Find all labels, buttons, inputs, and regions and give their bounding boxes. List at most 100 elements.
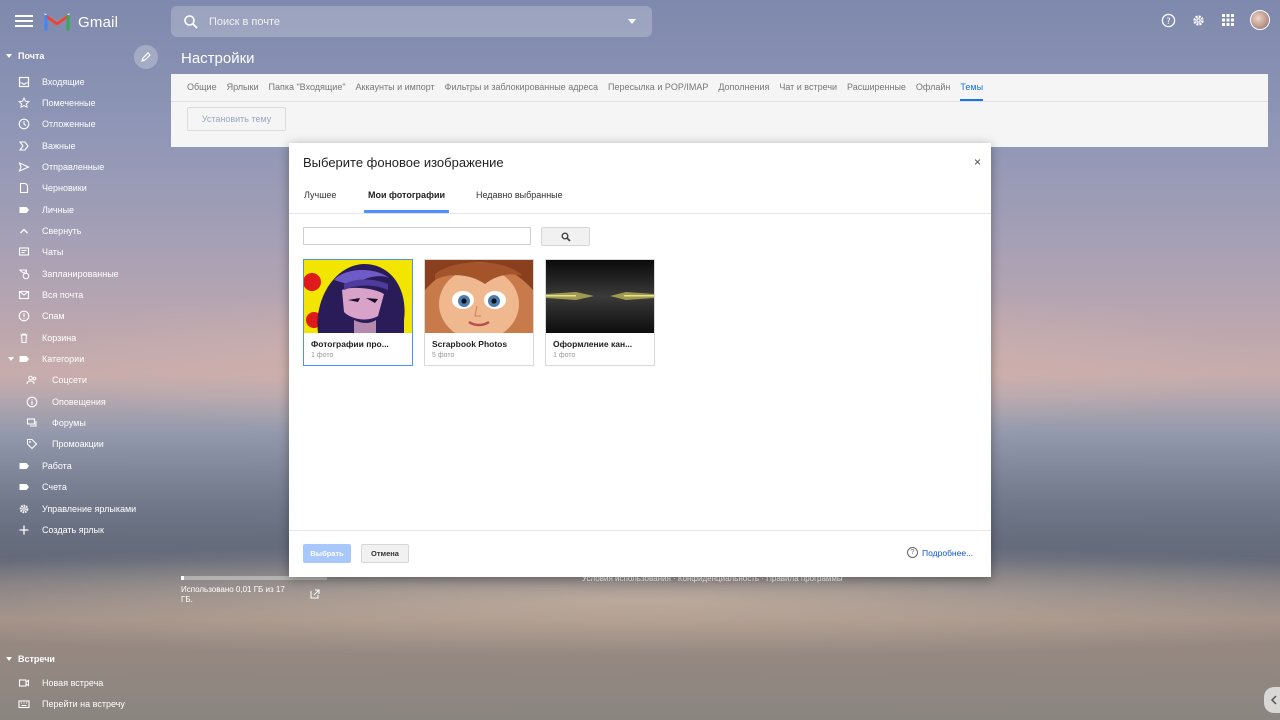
settings-gear-icon[interactable] <box>1190 12 1206 28</box>
chevron-up-icon <box>18 225 30 237</box>
sidebar-item-17[interactable]: Промоакции <box>0 434 170 455</box>
settings-tab-9[interactable]: Офлайн <box>916 74 950 101</box>
search-options-icon[interactable] <box>628 19 636 24</box>
meet-section-header[interactable]: Встречи <box>0 648 55 670</box>
mail-search-box[interactable] <box>171 6 652 37</box>
sidebar-item-9[interactable]: Запланированные <box>0 263 170 284</box>
sidebar-item-label: Помеченные <box>42 97 96 108</box>
album-title: Фотографии про... <box>311 339 389 349</box>
sidebar-item-18[interactable]: Работа <box>0 455 170 476</box>
sidebar-item-label: Новая встреча <box>42 677 104 688</box>
top-bar: Gmail ? <box>0 0 1280 44</box>
photo-search-button[interactable] <box>541 227 590 246</box>
tab-best[interactable]: Лучшее <box>304 183 336 213</box>
search-input[interactable] <box>209 15 609 28</box>
sidebar-item-label: Категории <box>42 354 85 365</box>
mail-section-header[interactable]: Почта <box>0 45 44 67</box>
sidebar-item-5[interactable]: Черновики <box>0 178 170 199</box>
settings-tab-5[interactable]: Пересылка и POP/IMAP <box>608 74 708 101</box>
album-photo-count: 5 фото <box>432 352 455 359</box>
label-icon <box>18 353 30 365</box>
meet-item-1[interactable]: Перейти на встречу <box>0 694 170 715</box>
sidebar-item-1[interactable]: Помеченные <box>0 92 170 113</box>
album-card[interactable]: Фотографии про... 1 фото <box>303 259 413 366</box>
album-card[interactable]: Scrapbook Photos 5 фото <box>424 259 534 366</box>
compose-button[interactable] <box>134 45 158 69</box>
send-icon <box>18 161 30 173</box>
sidebar-item-label: Свернуть <box>42 225 82 236</box>
settings-tab-0[interactable]: Общие <box>187 74 217 101</box>
draft-icon <box>18 182 30 194</box>
plus-icon <box>18 524 30 536</box>
label-icon <box>18 204 30 216</box>
dialog-title: Выберите фоновое изображение <box>303 155 504 170</box>
apps-grid-icon[interactable] <box>1220 12 1236 28</box>
learn-more-label: Подробнее... <box>922 547 974 558</box>
sidebar-item-label: Создать ярлык <box>42 524 104 535</box>
gmail-logo[interactable]: Gmail <box>44 10 118 34</box>
cancel-button[interactable]: Отмена <box>361 544 409 563</box>
forum-icon <box>26 417 38 429</box>
sidebar-item-label: Работа <box>42 460 72 471</box>
settings-tab-3[interactable]: Аккаунты и импорт <box>356 74 435 101</box>
settings-tab-2[interactable]: Папка "Входящие" <box>268 74 345 101</box>
select-button[interactable]: Выбрать <box>303 544 351 563</box>
sidebar-item-3[interactable]: Важные <box>0 135 170 156</box>
sidebar-item-0[interactable]: Входящие <box>0 71 170 92</box>
sidebar-item-label: Важные <box>42 140 76 151</box>
sidebar-item-16[interactable]: Форумы <box>0 413 170 434</box>
important-icon <box>18 140 30 152</box>
set-theme-button[interactable]: Установить тему <box>187 107 286 131</box>
sidebar-item-7[interactable]: Свернуть <box>0 220 170 241</box>
pencil-icon <box>141 52 151 62</box>
search-icon <box>561 232 571 242</box>
sidebar-item-4[interactable]: Отправленные <box>0 156 170 177</box>
tab-my-photos[interactable]: Мои фотографии <box>364 183 449 213</box>
sidebar-item-8[interactable]: Чаты <box>0 242 170 263</box>
sidebar-item-12[interactable]: Корзина <box>0 327 170 348</box>
main-menu-icon[interactable] <box>14 12 34 32</box>
sidebar-item-label: Запланированные <box>42 268 119 279</box>
sidebar-item-11[interactable]: Спам <box>0 306 170 327</box>
expand-arrow-icon[interactable] <box>8 356 14 361</box>
help-icon: ? <box>907 547 918 558</box>
sidebar-item-10[interactable]: Вся почта <box>0 285 170 306</box>
help-icon[interactable]: ? <box>1160 12 1176 28</box>
album-card[interactable]: Оформление кан... 1 фото <box>545 259 655 366</box>
settings-tab-4[interactable]: Фильтры и заблокированные адреса <box>445 74 598 101</box>
sidebar-item-13[interactable]: Категории <box>0 349 170 370</box>
sidebar-item-15[interactable]: Оповещения <box>0 391 170 412</box>
side-panel-toggle[interactable] <box>1264 687 1280 713</box>
sidebar-item-14[interactable]: Соцсети <box>0 370 170 391</box>
learn-more-link[interactable]: ? Подробнее... <box>907 547 973 558</box>
sidebar-item-6[interactable]: Личные <box>0 199 170 220</box>
search-icon[interactable] <box>183 14 199 30</box>
settings-tab-7[interactable]: Чат и встречи <box>779 74 837 101</box>
sidebar-item-label: Перейти на встречу <box>42 699 125 709</box>
sidebar-item-21[interactable]: Создать ярлык <box>0 519 170 540</box>
sidebar-item-2[interactable]: Отложенные <box>0 114 170 135</box>
settings-tab-8[interactable]: Расширенные <box>847 74 906 101</box>
sidebar-item-label: Отправленные <box>42 161 105 172</box>
sidebar-item-label: Вся почта <box>42 290 84 300</box>
settings-tab-10[interactable]: Темы <box>960 74 984 101</box>
close-icon[interactable]: × <box>974 155 981 169</box>
sidebar-item-20[interactable]: Управление ярлыками <box>0 498 170 519</box>
sidebar-item-label: Счета <box>42 482 67 493</box>
photo-search-input[interactable] <box>303 227 531 245</box>
storage-usage-fill <box>181 576 184 580</box>
label-icon <box>18 481 30 493</box>
meet-item-0[interactable]: Новая встреча <box>0 672 170 693</box>
album-title: Scrapbook Photos <box>432 339 508 349</box>
external-link-icon[interactable] <box>310 589 320 599</box>
scheduled-icon <box>18 268 30 280</box>
account-avatar[interactable] <box>1250 10 1270 30</box>
clock-icon <box>18 118 30 130</box>
sidebar-item-19[interactable]: Счета <box>0 477 170 498</box>
tag-icon <box>26 438 38 450</box>
inbox-icon <box>18 76 30 88</box>
star-icon <box>18 96 30 109</box>
tab-recently-selected[interactable]: Недавно выбранные <box>476 183 563 213</box>
settings-tab-6[interactable]: Дополнения <box>718 74 769 101</box>
settings-tab-1[interactable]: Ярлыки <box>227 74 259 101</box>
